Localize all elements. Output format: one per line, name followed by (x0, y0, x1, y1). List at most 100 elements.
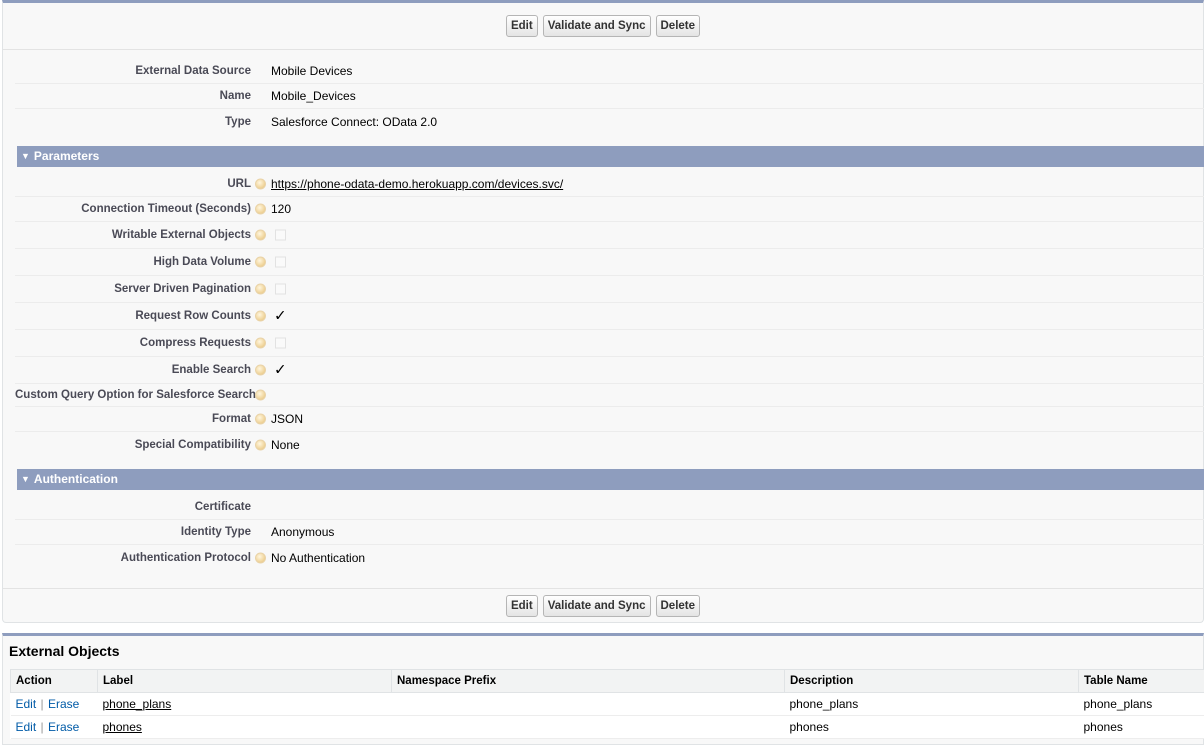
field-enable-search: Enable Search ✓ (15, 357, 1204, 384)
unchecked-checkbox (275, 229, 286, 241)
field-type: Type Salesforce Connect: OData 2.0 (15, 109, 1204, 134)
unchecked-checkbox (275, 337, 286, 349)
field-value: Anonymous (271, 525, 335, 539)
help-icon[interactable] (255, 337, 266, 349)
detail-block: Edit Validate and Sync Delete External D… (2, 0, 1204, 623)
checkmark-icon: ✓ (274, 361, 287, 379)
delete-button[interactable]: Delete (655, 595, 701, 617)
external-objects-related-list: External Objects Action Label Namespace … (2, 633, 1204, 745)
field-special-compatibility: Special Compatibility None (15, 432, 1204, 457)
help-icon[interactable] (255, 364, 266, 376)
authentication-section-header[interactable]: ▼ Authentication (17, 469, 1204, 490)
separator: | (37, 697, 47, 711)
label-cell: phone_plans (97, 692, 392, 716)
help-icon[interactable] (255, 439, 266, 450)
field-url: URL https://phone-odata-demo.herokuapp.c… (15, 172, 1204, 197)
field-value: None (271, 437, 300, 452)
help-icon[interactable] (255, 178, 266, 190)
help-icon[interactable] (255, 413, 266, 425)
field-label: Identity Type (180, 526, 251, 538)
field-identity-type: Identity Type Anonymous (15, 520, 1204, 545)
validate-and-sync-button[interactable]: Validate and Sync (542, 15, 651, 37)
field-label: High Data Volume (153, 256, 251, 268)
table-name-cell: phone_plans (1078, 692, 1204, 716)
table-row: Edit | Erase phones phones phones (10, 715, 1204, 739)
field-label: Enable Search (171, 364, 251, 376)
field-label: Writable External Objects (111, 229, 251, 241)
action-cell: Edit | Erase (10, 715, 98, 739)
field-label: Server Driven Pagination (114, 283, 251, 295)
column-header-label: Label (97, 669, 392, 693)
separator: | (37, 720, 47, 734)
validate-and-sync-button[interactable]: Validate and Sync (542, 595, 651, 617)
field-certificate: Certificate (15, 495, 1204, 520)
url-link[interactable]: https://phone-odata-demo.herokuapp.com/d… (271, 177, 563, 191)
field-connection-timeout: Connection Timeout (Seconds) 120 (15, 197, 1204, 222)
external-objects-table: Action Label Namespace Prefix Descriptio… (10, 669, 1204, 739)
triangle-down-icon: ▼ (21, 474, 30, 484)
help-icon[interactable] (255, 389, 266, 401)
edit-link[interactable]: Edit (16, 697, 37, 711)
field-authentication-protocol: Authentication Protocol No Authenticatio… (15, 545, 1204, 570)
top-button-bar: Edit Validate and Sync Delete (3, 15, 1203, 37)
unchecked-checkbox (275, 256, 286, 268)
field-label: Authentication Protocol (120, 551, 251, 564)
field-custom-query-option: Custom Query Option for Salesforce Searc… (15, 384, 1204, 407)
field-name: Name Mobile_Devices (15, 84, 1204, 109)
help-icon[interactable] (255, 203, 266, 215)
edit-button[interactable]: Edit (505, 595, 538, 617)
field-label: Type (225, 115, 251, 128)
column-header-namespace-prefix: Namespace Prefix (391, 669, 785, 693)
field-value: No Authentication (271, 550, 366, 565)
field-label: Format (212, 413, 251, 425)
field-high-data-volume: High Data Volume (15, 249, 1204, 276)
erase-link[interactable]: Erase (48, 720, 79, 734)
field-label: External Data Source (135, 65, 251, 77)
field-external-data-source: External Data Source Mobile Devices (15, 59, 1204, 84)
delete-button[interactable]: Delete (655, 15, 701, 37)
field-value: Salesforce Connect: OData 2.0 (271, 114, 438, 129)
field-server-driven-pagination: Server Driven Pagination (15, 276, 1204, 303)
table-name-cell: phones (1078, 715, 1204, 739)
object-label-link[interactable]: phones (103, 720, 142, 734)
help-icon[interactable] (255, 229, 266, 241)
field-value: Mobile_Devices (271, 89, 356, 103)
field-label: Connection Timeout (Seconds) (81, 203, 251, 215)
related-list-title: External Objects (9, 643, 120, 659)
unchecked-checkbox (275, 283, 286, 295)
field-request-row-counts: Request Row Counts ✓ (15, 303, 1204, 330)
field-label: Custom Query Option for Salesforce Searc… (15, 389, 256, 401)
help-icon[interactable] (255, 283, 266, 295)
edit-link[interactable]: Edit (16, 720, 37, 734)
parameters-section-header[interactable]: ▼ Parameters (17, 146, 1204, 167)
field-value: Mobile Devices (271, 64, 353, 78)
field-label: Special Compatibility (134, 438, 251, 451)
help-icon[interactable] (255, 310, 266, 322)
triangle-down-icon: ▼ (21, 151, 30, 161)
field-label: Certificate (194, 501, 251, 513)
divider (3, 588, 1203, 589)
table-header-row: Action Label Namespace Prefix Descriptio… (10, 669, 1204, 693)
help-icon[interactable] (255, 256, 266, 268)
checkmark-icon: ✓ (274, 307, 287, 325)
field-format: Format JSON (15, 407, 1204, 432)
field-label: URL (227, 178, 251, 190)
field-value: JSON (271, 412, 304, 426)
description-cell: phones (784, 715, 1079, 739)
field-value: https://phone-odata-demo.herokuapp.com/d… (271, 177, 563, 191)
field-writable-external-objects: Writable External Objects (15, 222, 1204, 249)
table-row: Edit | Erase phone_plans phone_plans pho… (10, 692, 1204, 716)
namespace-prefix-cell (391, 692, 785, 716)
help-icon[interactable] (255, 552, 266, 563)
section-title: Parameters (33, 149, 100, 163)
field-label: Name (219, 90, 251, 102)
field-label: Request Row Counts (135, 310, 251, 322)
description-cell: phone_plans (784, 692, 1079, 716)
bottom-button-bar: Edit Validate and Sync Delete (3, 595, 1203, 617)
edit-button[interactable]: Edit (505, 15, 538, 37)
field-compress-requests: Compress Requests (15, 330, 1204, 357)
section-title: Authentication (33, 472, 118, 486)
erase-link[interactable]: Erase (48, 697, 79, 711)
object-label-link[interactable]: phone_plans (103, 697, 172, 711)
namespace-prefix-cell (391, 715, 785, 739)
